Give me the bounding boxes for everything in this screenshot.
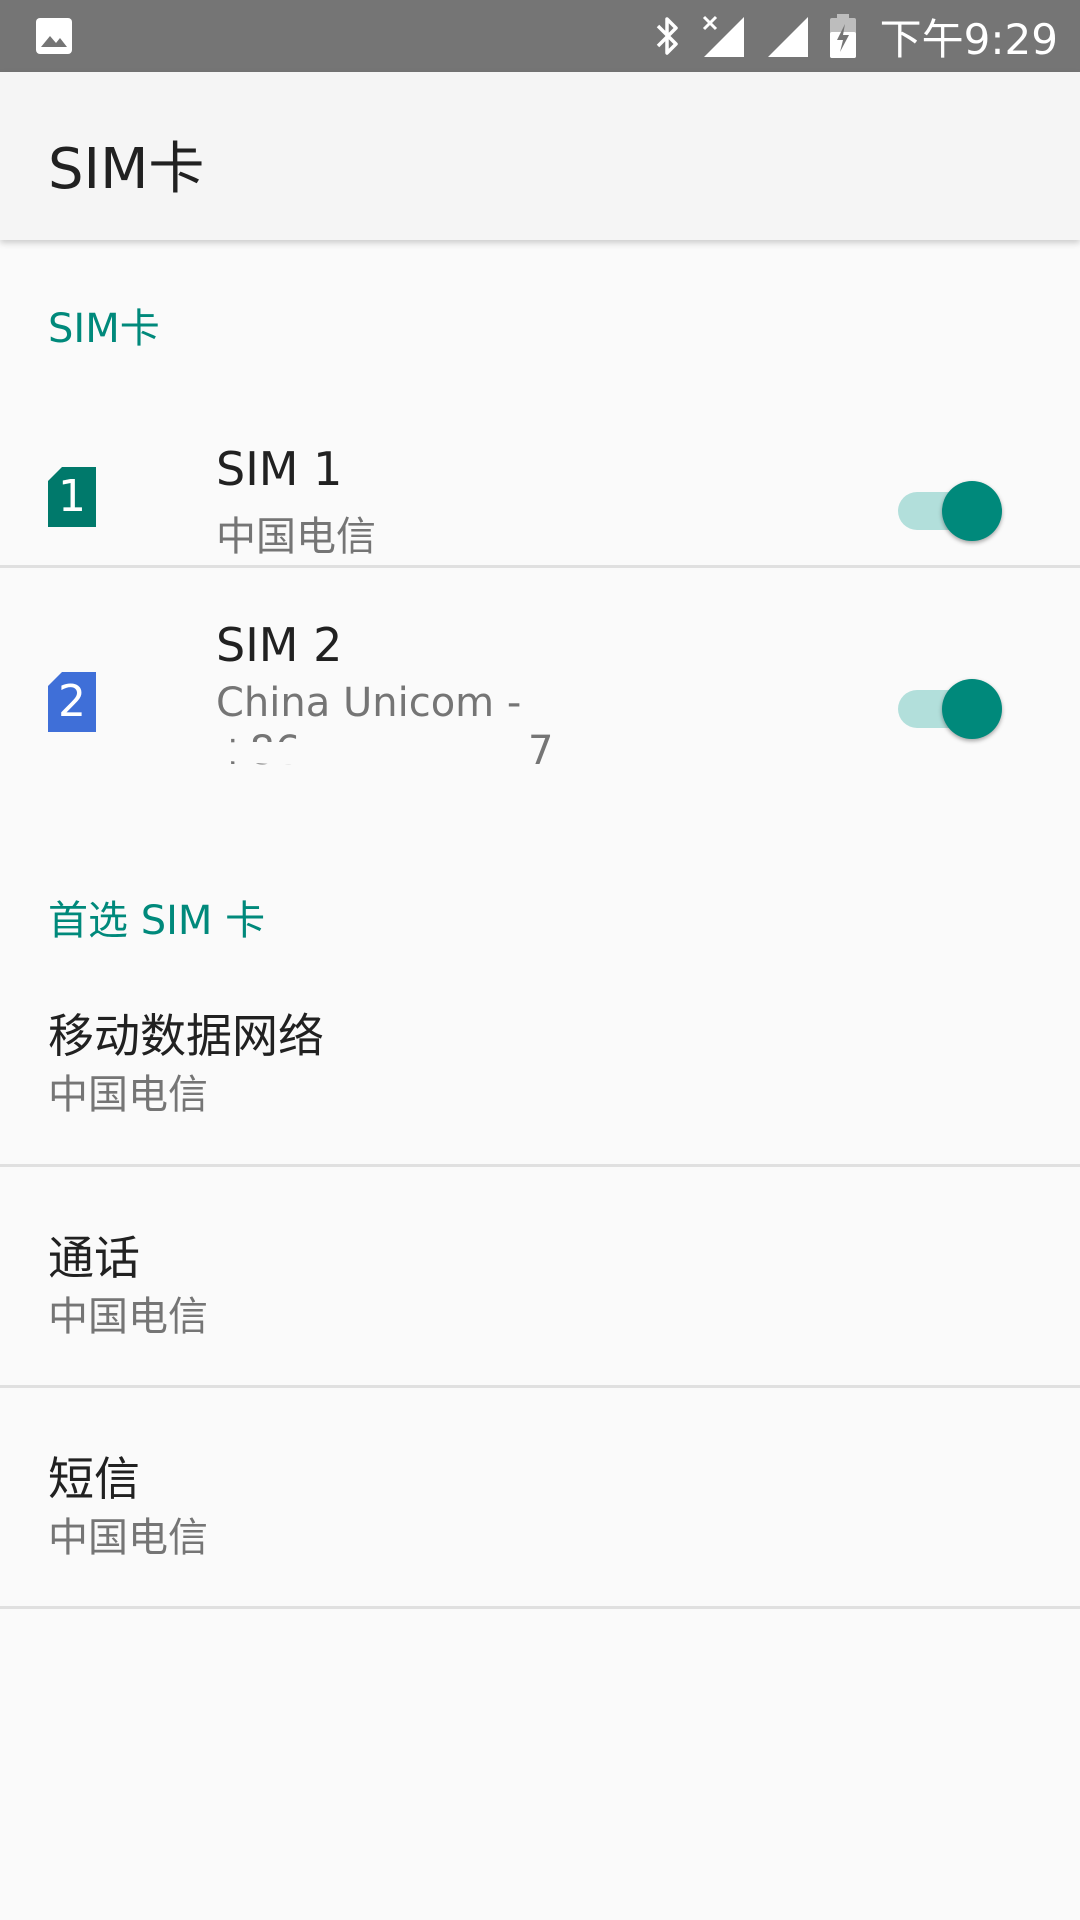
sms-title: 短信 (48, 1452, 140, 1506)
signal-no-sim-icon (700, 13, 746, 59)
app-bar: SIM卡 (0, 72, 1080, 240)
sim2-badge-icon: 2 (48, 672, 96, 732)
preferred-calls-row[interactable]: 通话 中国电信 (0, 1167, 1080, 1385)
sim2-badge-number: 2 (58, 676, 86, 727)
sim1-title: SIM 1 (216, 442, 343, 496)
sms-subtitle: 中国电信 (48, 1515, 208, 1561)
sim1-subtitle: 中国电信 (216, 514, 376, 560)
sim2-row[interactable]: 2 SIM 2 China Unicom - +86 7 (0, 568, 1080, 798)
mobile-data-title: 移动数据网络 (48, 1009, 324, 1063)
section-header-preferred-sim: 首选 SIM 卡 (48, 898, 266, 944)
section-header-sim-cards: SIM卡 (48, 306, 160, 352)
battery-charging-icon (828, 12, 858, 60)
signal-icon (764, 13, 810, 59)
calls-title: 通话 (48, 1231, 140, 1285)
sim1-toggle-thumb (942, 481, 1002, 541)
sim2-title: SIM 2 (216, 618, 343, 672)
mobile-data-subtitle: 中国电信 (48, 1072, 208, 1118)
redaction-mark (164, 726, 544, 770)
image-icon (35, 17, 73, 55)
sim1-badge-icon: 1 (48, 467, 96, 527)
preferred-mobile-data-row[interactable]: 移动数据网络 中国电信 (0, 980, 1080, 1160)
sim2-subtitle-number: +86 7 (164, 728, 556, 778)
calls-subtitle: 中国电信 (48, 1294, 208, 1340)
sim2-subtitle-carrier: China Unicom - (216, 680, 522, 726)
sim2-toggle-thumb (942, 679, 1002, 739)
preferred-sms-row[interactable]: 短信 中国电信 (0, 1388, 1080, 1606)
sim2-number-suffix: 7 (528, 728, 554, 774)
divider (0, 1606, 1080, 1609)
status-bar: 下午9:29 (0, 0, 1080, 72)
sim1-toggle[interactable] (898, 474, 1002, 541)
sim2-toggle[interactable] (898, 672, 1002, 739)
status-time: 下午9:29 (879, 14, 1058, 64)
sim1-badge-number: 1 (58, 471, 86, 522)
page-title: SIM卡 (48, 137, 205, 202)
bluetooth-icon (652, 14, 682, 58)
